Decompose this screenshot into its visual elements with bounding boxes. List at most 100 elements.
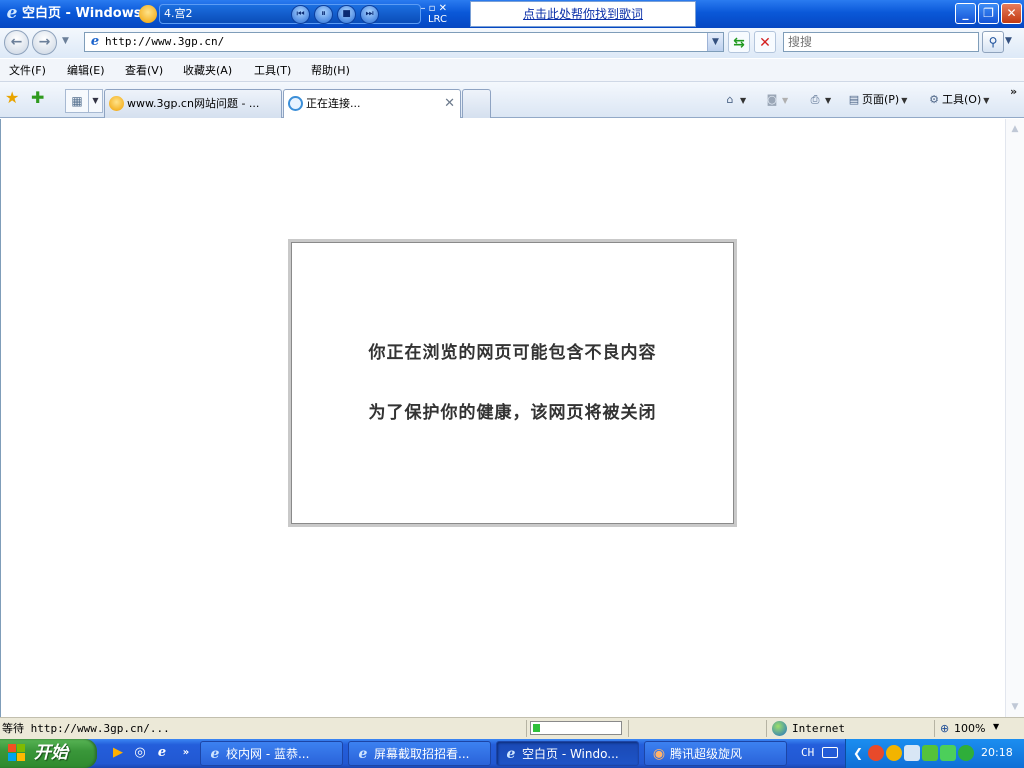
network-tray-icon[interactable] (904, 745, 920, 761)
language-indicator[interactable]: CH (801, 745, 814, 761)
stop-icon[interactable]: ■ (337, 5, 356, 24)
address-bar: e ▼ (84, 32, 724, 52)
quicklaunch-app-icon[interactable]: ◎ (132, 745, 148, 761)
forward-button[interactable]: → (32, 30, 57, 55)
window-title: 空白页 - Windows Internet Explorer (22, 6, 142, 21)
loading-spinner-icon (288, 96, 303, 111)
player-song-title: 4.宫2 (159, 4, 421, 24)
pause-icon[interactable]: ⏸ (314, 5, 333, 24)
tab-favicon-icon (109, 96, 124, 111)
task-label: 校内网 - 蓝恭... (226, 747, 310, 761)
status-divider (934, 720, 935, 737)
next-track-icon[interactable]: ⏭ (360, 5, 379, 24)
menu-view[interactable]: 查看(V) (125, 63, 163, 79)
stop-button[interactable]: ✕ (754, 31, 776, 53)
status-bar: 等待 http://www.3gp.cn/... Internet ⊕ 100%… (0, 717, 1024, 739)
tab-3gp[interactable]: www.3gp.cn网站问题 - ... (104, 89, 282, 118)
taskbar-item-xiaonei[interactable]: e 校内网 - 蓝恭... (200, 741, 343, 766)
search-input[interactable] (784, 33, 978, 51)
player-controls-icon: – ▫ ✕ (420, 3, 447, 14)
tray-expand-icon[interactable]: ❮ (850, 745, 866, 761)
windows-taskbar: 开始 ▶ ◎ e » e 校内网 - 蓝恭... e 屏幕截取招招看... e … (0, 739, 1024, 768)
tools-menu-button[interactable]: ⚙ 工具(O) ▼ (926, 90, 989, 110)
taskbar-item-xuanfeng[interactable]: ◉ 腾讯超级旋风 (644, 741, 787, 766)
favorites-star-icon[interactable]: ★ (5, 90, 19, 106)
status-divider (766, 720, 767, 737)
status-divider (526, 720, 527, 737)
find-lyrics-link[interactable]: 点击此处帮你找到歌词 (471, 2, 695, 26)
page-menu-button[interactable]: ▤ 页面(P) ▼ (846, 90, 908, 110)
refresh-button[interactable]: ⇆ (728, 31, 750, 53)
recent-pages-dropdown[interactable]: ▼ (62, 36, 69, 46)
windows-logo-icon (8, 744, 26, 762)
close-button[interactable]: ✕ (1001, 3, 1022, 24)
search-box (783, 32, 979, 52)
search-icon: ⚲ (988, 35, 998, 49)
ie-quicklaunch-icon[interactable]: e (154, 745, 170, 761)
address-dropdown[interactable]: ▼ (707, 33, 723, 51)
task-label: 空白页 - Windo... (522, 747, 619, 761)
feeds-button[interactable]: ◙ ▼ (764, 90, 789, 110)
restore-button[interactable]: ❐ (978, 3, 999, 24)
clock[interactable]: 20:18 (981, 745, 1013, 761)
menu-favorites[interactable]: 收藏夹(A) (183, 63, 232, 79)
print-button[interactable]: ⎙ ▼ (807, 90, 832, 110)
scroll-down-icon[interactable]: ▼ (1008, 700, 1022, 714)
taskbar-item-screenshot[interactable]: e 屏幕截取招招看... (348, 741, 491, 766)
back-arrow-icon: ← (10, 34, 23, 50)
menu-help[interactable]: 帮助(H) (311, 63, 350, 79)
address-toolbar: ← → ▼ e ▼ ⇆ ✕ ⚲ ▼ (0, 28, 1024, 58)
taskbar-item-blank-page[interactable]: e 空白页 - Windo... (496, 741, 639, 766)
page-content: 你正在浏览的网页可能包含不良内容 为了保护你的健康，该网页将被关闭 (0, 119, 1005, 717)
tab-connecting[interactable]: 正在连接... ✕ (283, 89, 461, 118)
menu-file[interactable]: 文件(F) (9, 63, 46, 79)
tab-label: 正在连接... (306, 97, 361, 110)
home-icon: ⌂ (726, 93, 734, 106)
player-window-controls[interactable]: – ▫ ✕ LRC (403, 3, 447, 25)
minimize-button[interactable]: _ (955, 3, 976, 24)
zoom-magnifier-icon[interactable]: ⊕ (940, 721, 949, 736)
player-avatar-icon (139, 5, 157, 23)
quick-tabs-icon: ▦ (71, 94, 83, 108)
warning-line-2: 为了保护你的健康，该网页将被关闭 (368, 403, 657, 423)
add-favorite-icon[interactable]: ✚ (31, 90, 44, 106)
music-player: 4.宫2 ⏮ ⏸ ■ ⏭ – ▫ ✕ LRC (137, 1, 447, 26)
menu-edit[interactable]: 编辑(E) (67, 63, 105, 79)
new-tab-button[interactable] (462, 89, 491, 118)
home-button[interactable]: ⌂ ▼ (722, 90, 747, 110)
status-divider (628, 720, 629, 737)
lyric-bar: 点击此处帮你找到歌词 (470, 1, 696, 27)
back-button[interactable]: ← (4, 30, 29, 55)
search-button[interactable]: ⚲ (982, 31, 1004, 53)
more-tools-chevron-icon[interactable]: » (1010, 86, 1017, 98)
zoom-level[interactable]: 100% (954, 721, 985, 736)
security-tray-icon[interactable] (922, 745, 938, 761)
xuanfeng-tray-icon[interactable] (868, 745, 884, 761)
keyboard-icon[interactable] (822, 747, 838, 758)
task-label: 腾讯超级旋风 (670, 747, 743, 761)
lrc-label: LRC (427, 14, 447, 25)
warning-line-1: 你正在浏览的网页可能包含不良内容 (368, 343, 657, 363)
tab-close-icon[interactable]: ✕ (444, 95, 455, 112)
message-tray-icon[interactable] (940, 745, 956, 761)
vertical-scrollbar[interactable]: ▲ ▼ (1005, 119, 1024, 717)
zoom-dropdown[interactable]: ▼ (993, 722, 999, 731)
tab-label: www.3gp.cn网站问题 - ... (127, 97, 260, 110)
page-ie-icon: e (90, 34, 100, 49)
tab-list-dropdown[interactable]: ▼ (89, 89, 103, 113)
qq-tray-icon[interactable] (886, 745, 902, 761)
start-label: 开始 (34, 743, 68, 763)
tools-menu-label: 工具(O) (942, 93, 982, 106)
search-options-dropdown[interactable]: ▼ (1005, 36, 1012, 46)
menu-tools[interactable]: 工具(T) (254, 63, 291, 79)
media-player-icon[interactable]: ▶ (110, 745, 126, 761)
scroll-up-icon[interactable]: ▲ (1008, 122, 1022, 136)
tab-bar: ★ ✚ ▦ ▼ www.3gp.cn网站问题 - ... 正在连接... ✕ ⌂… (0, 82, 1024, 118)
previous-track-icon[interactable]: ⏮ (291, 5, 310, 24)
quick-tabs-button[interactable]: ▦ (65, 89, 89, 113)
app-tray-icon[interactable] (958, 745, 974, 761)
start-button[interactable]: 开始 (0, 739, 97, 768)
address-input[interactable] (105, 34, 701, 50)
xuanfeng-icon: ◉ (652, 746, 666, 762)
quicklaunch-more-chevron-icon[interactable]: » (178, 745, 194, 761)
